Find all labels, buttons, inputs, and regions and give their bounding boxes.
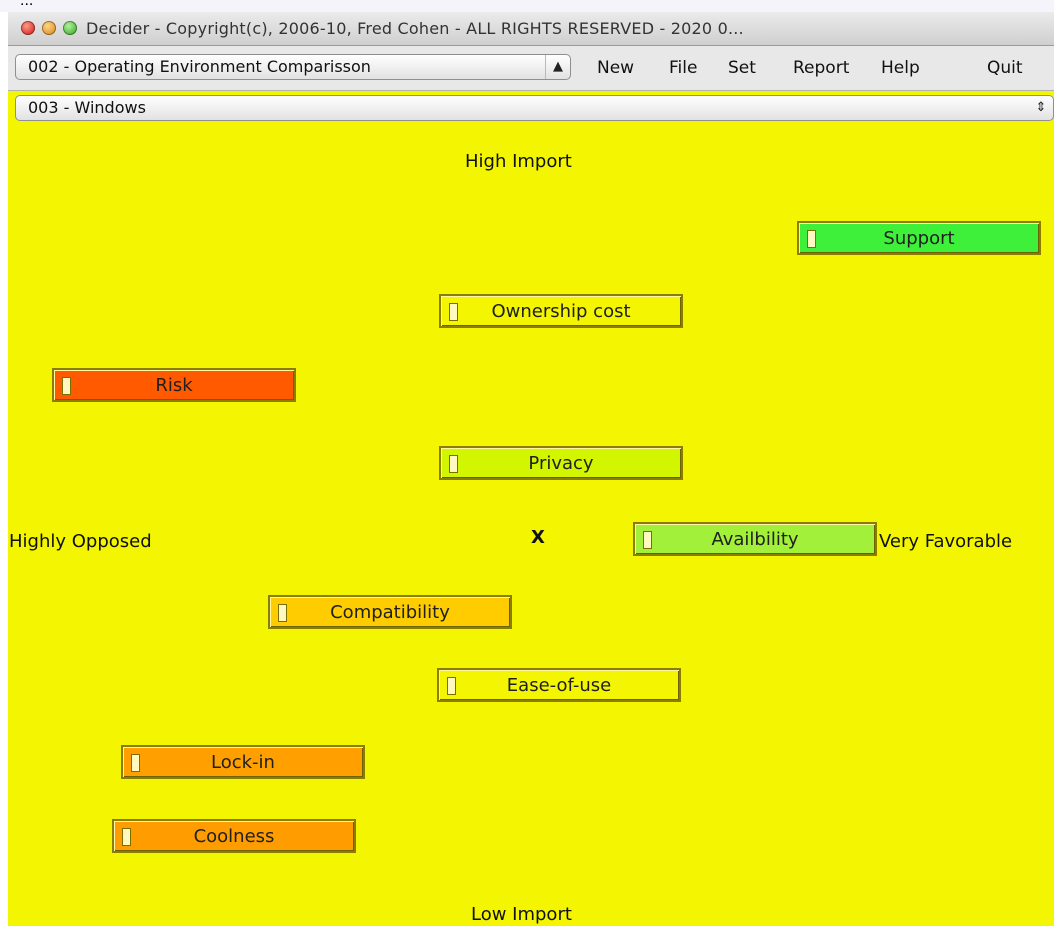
factor-label: Coolness bbox=[193, 826, 275, 847]
chevron-updown-icon: ⇕ bbox=[1035, 100, 1047, 115]
factor-bar-ease-of-use[interactable]: Ease-of-use bbox=[437, 668, 681, 702]
menu-set[interactable]: Set bbox=[728, 58, 756, 78]
factor-bar-risk[interactable]: Risk bbox=[52, 368, 296, 402]
background-document-strip: ... bbox=[0, 0, 1054, 12]
option-select-row: 003 - Windows ⇕ bbox=[8, 91, 1054, 125]
factor-bar-availbility[interactable]: Availbility bbox=[633, 522, 877, 556]
axis-left-label: Highly Opposed bbox=[9, 531, 152, 552]
factor-bar-compatibility[interactable]: Compatibility bbox=[268, 595, 512, 629]
center-marker: X bbox=[531, 527, 545, 548]
factor-label: Compatibility bbox=[330, 602, 450, 623]
menu-file[interactable]: File bbox=[669, 58, 697, 78]
factor-label: Lock-in bbox=[211, 752, 275, 773]
option-select[interactable]: 003 - Windows ⇕ bbox=[15, 95, 1054, 121]
factor-bar-privacy[interactable]: Privacy bbox=[439, 446, 683, 480]
factor-label: Privacy bbox=[528, 453, 594, 474]
decider-window: Decider - Copyright(c), 2006-10, Fred Co… bbox=[8, 12, 1054, 926]
factor-label: Availbility bbox=[711, 529, 799, 550]
factor-label: Support bbox=[883, 228, 955, 249]
option-select-value: 003 - Windows bbox=[28, 98, 146, 117]
factor-label: Ease-of-use bbox=[506, 675, 612, 696]
project-select-value: 002 - Operating Environment Comparisson bbox=[28, 57, 371, 76]
factor-bar-ownership-cost[interactable]: Ownership cost bbox=[439, 294, 683, 328]
axis-top-label: High Import bbox=[465, 151, 572, 172]
factor-bar-coolness[interactable]: Coolness bbox=[112, 819, 356, 853]
project-select[interactable]: 002 - Operating Environment Comparisson … bbox=[15, 54, 571, 80]
factor-bar-support[interactable]: Support bbox=[797, 221, 1041, 255]
zoom-window-icon[interactable] bbox=[63, 21, 77, 35]
title-bar[interactable]: Decider - Copyright(c), 2006-10, Fred Co… bbox=[8, 12, 1054, 46]
decision-field: High Import Low Import Highly Opposed Ve… bbox=[8, 125, 1054, 926]
factor-bar-lock-in[interactable]: Lock-in bbox=[121, 745, 365, 779]
factor-label: Ownership cost bbox=[491, 301, 631, 322]
axis-right-label: Very Favorable bbox=[879, 531, 1013, 552]
axis-bottom-label: Low Import bbox=[471, 904, 572, 925]
minimize-window-icon[interactable] bbox=[42, 21, 56, 35]
toolbar: 002 - Operating Environment Comparisson … bbox=[8, 46, 1054, 91]
factor-label: Risk bbox=[155, 375, 193, 396]
chevron-updown-icon: ▲︎ bbox=[545, 55, 570, 79]
window-title: Decider - Copyright(c), 2006-10, Fred Co… bbox=[86, 19, 744, 38]
menu-report[interactable]: Report bbox=[793, 58, 849, 78]
quit-button[interactable]: Quit bbox=[987, 58, 1023, 78]
menu-new[interactable]: New bbox=[597, 58, 634, 78]
menu-help[interactable]: Help bbox=[881, 58, 920, 78]
close-window-icon[interactable] bbox=[21, 21, 35, 35]
